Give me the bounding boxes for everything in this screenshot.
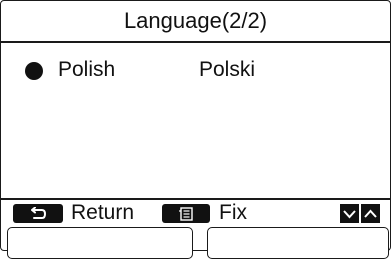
function-key-bar: Return Fix — [1, 198, 390, 226]
language-name: Polish — [58, 58, 116, 81]
scroll-down-key[interactable] — [340, 204, 359, 223]
language-native-name: Polski — [199, 58, 256, 81]
lcd-screen: Language(2/2) Polish Polski Return Fix — [0, 0, 391, 251]
scroll-up-key[interactable] — [361, 204, 380, 223]
selected-indicator-icon — [25, 62, 43, 80]
soft-button-right[interactable] — [207, 227, 389, 259]
soft-button-left[interactable] — [7, 227, 193, 259]
list-item-language[interactable]: Polish Polski — [1, 56, 390, 86]
return-arrow-icon — [31, 206, 46, 219]
page-title-text: Language(2/2) — [123, 8, 268, 33]
menu-icon — [179, 206, 193, 221]
chevron-up-icon — [364, 209, 377, 218]
return-label: Return — [71, 201, 135, 224]
menu-key[interactable] — [162, 204, 210, 223]
chevron-down-icon — [343, 209, 356, 218]
return-key[interactable] — [13, 204, 63, 223]
page-title: Language(2/2) — [1, 1, 390, 43]
fix-label: Fix — [219, 201, 247, 224]
